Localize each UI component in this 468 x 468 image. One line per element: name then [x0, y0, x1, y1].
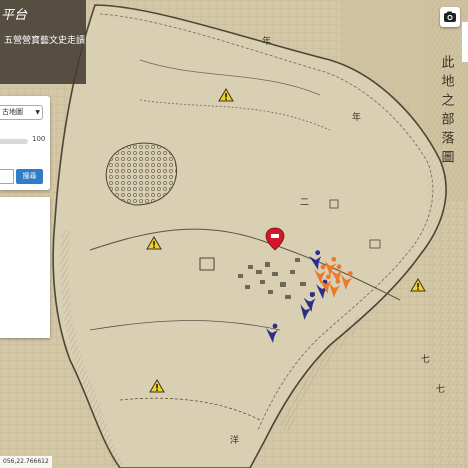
- control-panel: 古地圖 ▼ 100 搜尋: [0, 96, 50, 190]
- site-brand[interactable]: 平台: [0, 4, 27, 23]
- search-button[interactable]: 搜尋: [16, 169, 43, 184]
- results-panel: [0, 197, 50, 338]
- margin-note: 此地之部落圖: [439, 55, 455, 169]
- camera-icon: [444, 11, 456, 22]
- map-label: 年: [262, 35, 271, 47]
- coordinate-readout: 056,22.766612: [0, 456, 52, 468]
- map-label: 七: [436, 384, 445, 395]
- layer-select-value: 古地圖: [2, 108, 23, 116]
- opacity-value: 100: [32, 135, 46, 143]
- search-input[interactable]: [0, 169, 14, 184]
- map-label: 洋: [230, 434, 239, 446]
- map-label: 二: [300, 198, 309, 208]
- opacity-slider[interactable]: [0, 139, 28, 144]
- title-bar: 平台 五營營寶藝文史走讀: [0, 0, 86, 84]
- side-panel-tab[interactable]: [462, 22, 468, 62]
- chevron-down-icon: ▼: [35, 109, 40, 116]
- map-label: 年: [352, 111, 361, 123]
- route-title: 五營營寶藝文史走讀: [4, 36, 86, 46]
- map-label: 七: [421, 354, 430, 365]
- screenshot-button[interactable]: [440, 7, 460, 27]
- layer-select[interactable]: 古地圖 ▼: [0, 105, 43, 120]
